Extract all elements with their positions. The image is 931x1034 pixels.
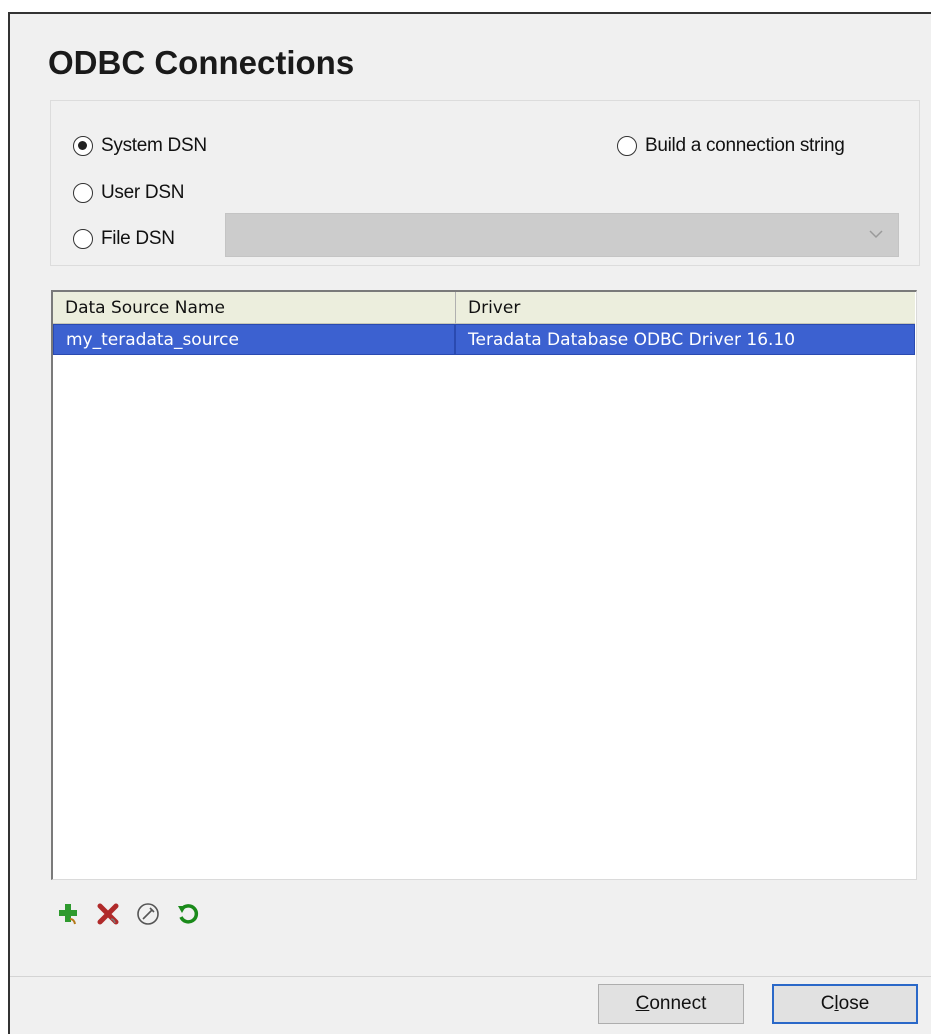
- connect-label: onnect: [649, 993, 707, 1014]
- radio-indicator[interactable]: [73, 183, 93, 203]
- add-icon: [59, 904, 77, 925]
- radio-label: Build a connection string: [645, 135, 845, 156]
- cell-data-source-name[interactable]: my_teradata_source: [53, 324, 455, 355]
- close-label-rest: ose: [838, 993, 870, 1014]
- dsn-type-group: System DSN User DSN File DSN Build a con…: [50, 100, 920, 266]
- column-header-data-source-name[interactable]: Data Source Name: [53, 292, 456, 324]
- connect-mnemonic: C: [635, 993, 650, 1014]
- table-row[interactable]: my_teradata_source Teradata Database ODB…: [53, 324, 915, 355]
- footer-divider: [10, 976, 931, 977]
- refresh-button[interactable]: [174, 900, 202, 928]
- close-label-prefix: C: [820, 993, 835, 1014]
- list-toolbar: [54, 900, 202, 928]
- cell-driver[interactable]: Teradata Database ODBC Driver 16.10: [455, 324, 915, 355]
- edit-button[interactable]: [134, 900, 162, 928]
- dialog-title: ODBC Connections: [48, 44, 355, 81]
- radio-label: System DSN: [101, 135, 207, 156]
- delete-button[interactable]: [94, 900, 122, 928]
- radio-user-dsn[interactable]: User DSN: [73, 182, 184, 204]
- radio-indicator-checked[interactable]: [73, 136, 93, 156]
- file-dsn-combo[interactable]: [225, 213, 899, 257]
- radio-indicator[interactable]: [617, 136, 637, 156]
- connect-button[interactable]: Connect: [598, 984, 744, 1024]
- close-button[interactable]: Cl ose: [772, 984, 918, 1024]
- add-button[interactable]: [54, 900, 82, 928]
- delete-icon: [97, 903, 119, 925]
- radio-build-connection-string[interactable]: Build a connection string: [617, 135, 845, 157]
- radio-system-dsn[interactable]: System DSN: [73, 135, 207, 157]
- refresh-icon: [178, 904, 199, 924]
- radio-label: File DSN: [101, 228, 175, 249]
- column-header-driver[interactable]: Driver: [456, 292, 915, 324]
- list-header: Data Source Name Driver: [53, 292, 915, 324]
- edit-icon: [137, 903, 159, 925]
- radio-label: User DSN: [101, 182, 185, 203]
- odbc-dialog: ODBC Connections System DSN User DSN Fil…: [8, 12, 931, 1034]
- data-source-list[interactable]: Data Source Name Driver my_teradata_sour…: [51, 290, 917, 880]
- radio-file-dsn[interactable]: File DSN: [73, 228, 175, 250]
- radio-indicator[interactable]: [73, 229, 93, 249]
- chevron-down-icon: [869, 230, 883, 239]
